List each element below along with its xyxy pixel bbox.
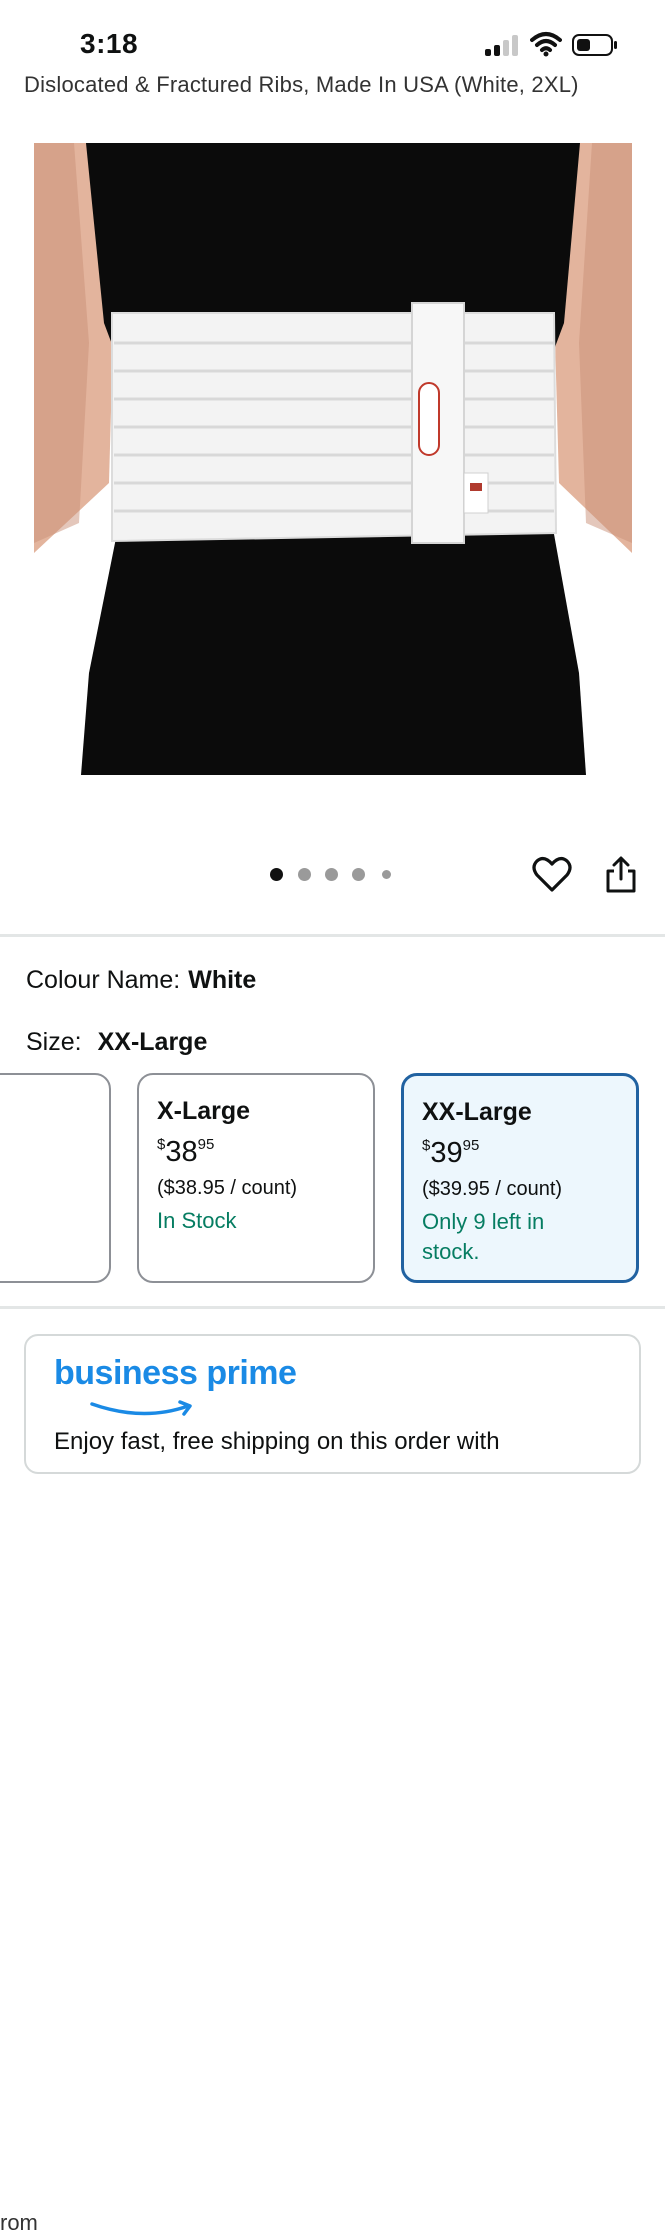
status-time: 3:18: [80, 28, 139, 59]
section-divider: [0, 934, 665, 937]
heart-icon[interactable]: [532, 855, 572, 893]
carousel-dot[interactable]: [352, 868, 365, 881]
business-prime-text: Enjoy fast, free shipping on this order …: [54, 1428, 500, 1455]
status-bar: 3:18: [0, 0, 665, 80]
colour-value: White: [188, 966, 257, 994]
size-option-unit-price: ($38.95 / count): [157, 1177, 298, 1199]
carousel-dot[interactable]: [270, 868, 283, 881]
size-option-title: XX-Large: [422, 1098, 532, 1126]
product-title: Dislocated & Fractured Ribs, Made In USA…: [24, 72, 579, 97]
battery-icon: [572, 34, 617, 56]
size-option-partial[interactable]: [0, 1073, 111, 1283]
product-image[interactable]: [34, 143, 632, 775]
size-option-title: X-Large: [157, 1097, 251, 1125]
size-row: Size: XX-Large: [26, 1028, 207, 1057]
carousel-dot[interactable]: [325, 868, 338, 881]
smile-arrow-icon: [90, 1400, 192, 1416]
size-option-x-large[interactable]: X-Large $3895 ($38.95 / count) In Stock: [137, 1073, 375, 1283]
colour-row: Colour Name: White: [26, 966, 256, 995]
size-value: XX-Large: [97, 1028, 208, 1056]
business-prime-logo: business prime: [54, 1354, 297, 1392]
signal-icon: [485, 34, 521, 56]
size-options: rom X-Large $3895 ($38.95 / count) In St…: [0, 1073, 665, 2235]
section-divider: [0, 1306, 665, 1309]
share-icon[interactable]: [603, 855, 639, 895]
size-option-unit-price: ($39.95 / count): [422, 1178, 563, 1200]
size-option-stock: Only 9 left in stock.: [422, 1209, 545, 1264]
size-option-partial-text: rom: [0, 2210, 38, 2235]
carousel-dot[interactable]: [298, 868, 311, 881]
size-option-xx-large[interactable]: XX-Large $3995 ($39.95 / count) Only 9 l…: [401, 1073, 639, 1283]
size-option-price: $3895: [157, 1136, 215, 1168]
size-label: Size:: [26, 1028, 82, 1056]
size-option-stock: In Stock: [157, 1208, 237, 1233]
colour-label: Colour Name:: [26, 966, 181, 994]
carousel-dot[interactable]: [382, 870, 391, 879]
image-carousel-dots[interactable]: [270, 866, 400, 884]
size-option-price: $3995: [422, 1137, 480, 1169]
wifi-icon: [530, 32, 562, 57]
business-prime-card[interactable]: business prime Enjoy fast, free shipping…: [24, 1334, 641, 1474]
